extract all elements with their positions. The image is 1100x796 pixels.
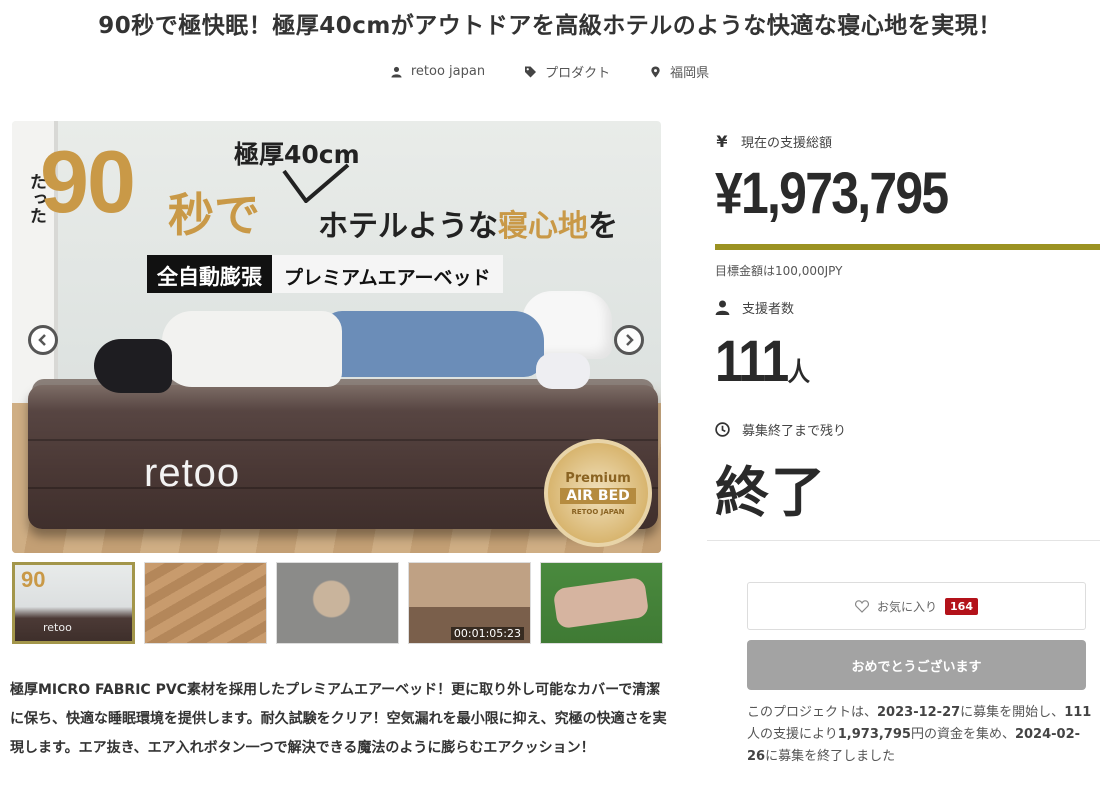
summary-start-date: 2023-12-27 <box>877 705 961 720</box>
owner-name: retoo japan <box>410 64 486 79</box>
goal-amount: 目標金額は100,000JPY <box>715 264 843 278</box>
backers-number: 111 <box>715 329 789 394</box>
hero-banner: 全自動膨張 プレミアムエアーベッド <box>147 255 503 293</box>
owner-link[interactable]: retoo japan <box>391 62 485 81</box>
person-legs <box>322 311 544 377</box>
map-pin-icon <box>651 66 660 77</box>
premium-badge: Premium AIR BED RETOO JAPAN <box>544 439 652 547</box>
summary-backers: 111 <box>1064 705 1092 720</box>
badge-line1: Premium <box>565 470 631 486</box>
funding-label: 現在の支援総額 <box>741 136 833 151</box>
summary-text: 人の支援により <box>747 727 838 742</box>
favorite-count-badge: 164 <box>945 597 978 615</box>
thumbnail-1[interactable]: 90 retoo <box>12 562 135 644</box>
backers-label: 支援者数 <box>742 302 795 317</box>
user-icon <box>391 66 402 77</box>
project-title: 90秒で極快眠！極厚40cmがアウトドアを高級ホテルのような快適な寝心地を実現！ <box>98 13 1002 39</box>
remaining-value: 終了 <box>715 461 827 524</box>
badge-line2: AIR BED <box>560 487 636 504</box>
heart-icon <box>855 599 869 613</box>
person-body <box>162 311 342 387</box>
hero-seconds: 秒で <box>168 188 260 242</box>
remaining-label-row: 募集終了まで残り <box>715 420 846 439</box>
backers-label-row: 支援者数 <box>715 298 794 317</box>
thumbnail-4-video[interactable]: 00:01:05:23 <box>408 562 531 644</box>
headline-pre: ホテルような <box>318 209 498 244</box>
panel-divider <box>707 540 1100 541</box>
congrats-button[interactable]: おめでとうございます <box>747 640 1086 690</box>
project-meta: retoo japan プロダクト 福岡県 <box>0 62 1100 81</box>
summary-text: に募集を終了しました <box>765 749 896 764</box>
remaining-label: 募集終了まで残り <box>742 424 847 439</box>
next-image-button[interactable] <box>614 325 644 355</box>
person-head <box>94 339 172 393</box>
thumbnail-2[interactable] <box>144 562 267 644</box>
person-feet <box>536 353 590 389</box>
chevron-right-icon <box>626 334 634 346</box>
category-name: プロダクト <box>545 66 611 81</box>
tag-icon <box>525 66 537 77</box>
main-product-image[interactable]: retoo たった 90 秒で 極厚40cm ホテルような寝心地を 全自動膨張 … <box>12 121 661 553</box>
favorite-button[interactable]: お気に入り 164 <box>747 582 1086 630</box>
funding-amount: ¥1,973,795 <box>715 161 949 226</box>
headline-gold: 寝心地 <box>498 209 588 244</box>
thumbnail-strip: 90 retoo 00:01:05:23 <box>12 562 663 644</box>
summary-text: に募集を開始し、 <box>960 705 1065 720</box>
project-summary: このプロジェクトは、2023-12-27に募集を開始し、111 人の支援により1,… <box>747 702 1092 768</box>
thumbnail-3[interactable] <box>276 562 399 644</box>
clock-icon <box>715 422 730 437</box>
yen-icon: ¥ <box>716 132 728 151</box>
location-name: 福岡県 <box>670 66 710 81</box>
summary-text: このプロジェクトは、 <box>747 705 878 720</box>
progress-fill <box>715 244 1100 250</box>
mattress-brand: retoo <box>144 451 241 495</box>
headline-post: を <box>588 209 618 244</box>
summary-amount: 1,973,795 <box>837 727 911 742</box>
funding-progress-bar <box>715 244 1100 250</box>
hero-big-number: 90 <box>40 132 136 231</box>
user-icon <box>715 300 730 315</box>
funding-label-row: ¥ 現在の支援総額 <box>715 132 832 151</box>
banner-light: プレミアムエアーベッド <box>272 255 503 293</box>
mattress-seam <box>28 439 658 441</box>
checkmark-icon <box>282 163 350 203</box>
chevron-left-icon <box>38 334 46 346</box>
banner-dark: 全自動膨張 <box>147 255 272 293</box>
thumbnail-5[interactable] <box>540 562 663 644</box>
category-link[interactable]: プロダクト <box>525 62 610 81</box>
thumb-brand: retoo <box>43 621 72 634</box>
project-description: 極厚MICRO FABRIC PVC素材を採用したプレミアムエアーベッド！更に取… <box>10 682 667 756</box>
hero-headline: ホテルような寝心地を <box>318 201 618 245</box>
summary-text: 円の資金を集め、 <box>910 727 1015 742</box>
thumb-big-number: 90 <box>21 567 46 592</box>
badge-line3: RETOO JAPAN <box>571 507 625 516</box>
video-timestamp: 00:01:05:23 <box>450 627 524 640</box>
prev-image-button[interactable] <box>28 325 58 355</box>
location-link[interactable]: 福岡県 <box>650 62 709 81</box>
backers-count: 111人 <box>715 328 810 395</box>
favorite-label: お気に入り <box>877 599 938 614</box>
backers-unit: 人 <box>787 357 810 387</box>
